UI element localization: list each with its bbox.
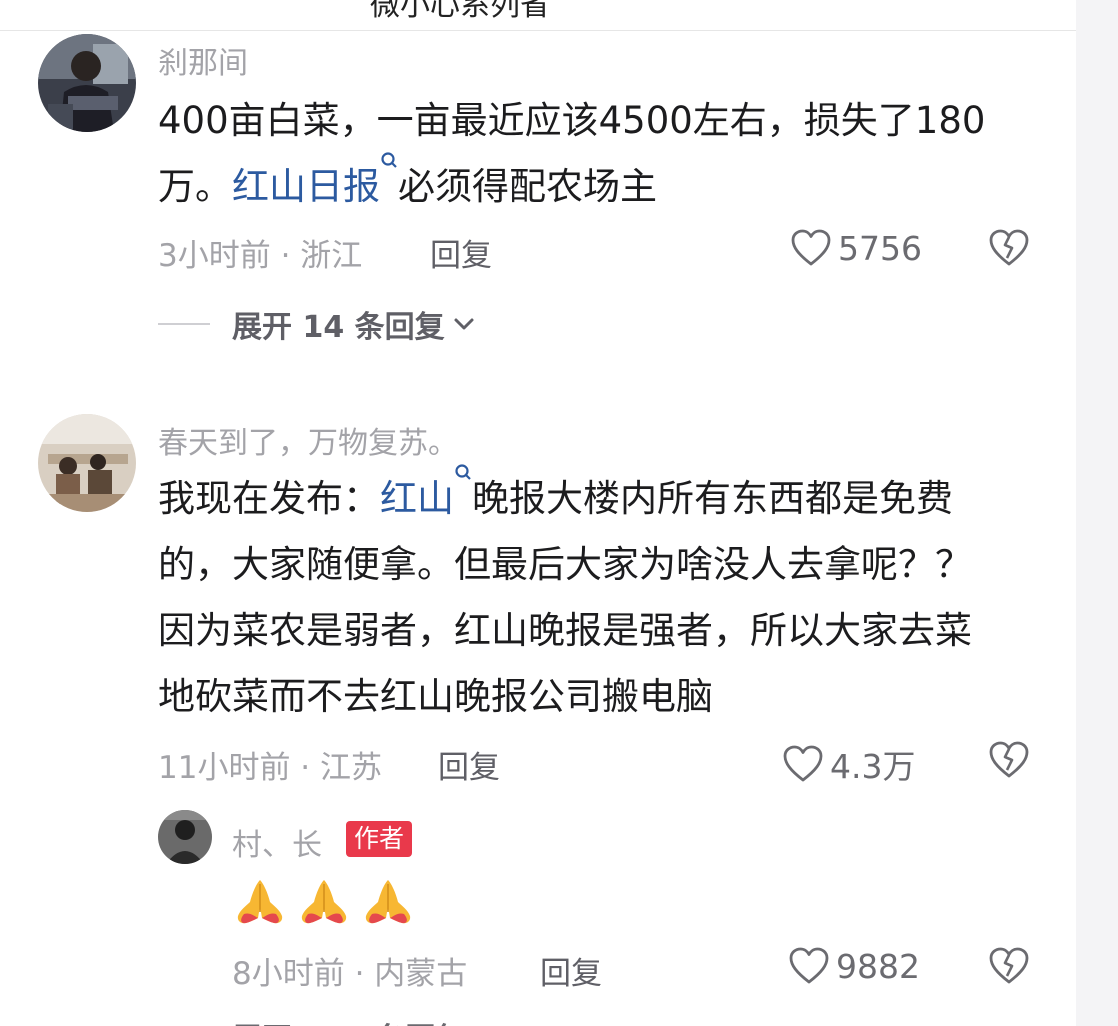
avatar-commenter-1[interactable] [38,34,136,132]
heart-icon [783,745,823,782]
comment-1-time-location: 3小时前 · 浙江 [158,238,363,274]
folded-hands-icon [365,880,411,924]
comment-2-line-3: 因为菜农是弱者，红山晚报是强者，所以大家去菜 [158,609,972,652]
comment-2-line-4: 地砍菜而不去红山晚报公司搬电脑 [158,675,713,718]
reply-username[interactable]: 村、长 [232,820,322,864]
scroll-gutter [1076,0,1118,1026]
search-icon[interactable] [380,150,398,178]
search-icon[interactable] [454,462,472,490]
reply-emoji-row [232,876,424,928]
expand-divider [158,323,210,325]
broken-heart-icon [989,741,1029,778]
comment-2-like-button[interactable]: 4.3万 [782,740,915,788]
reply-like-count: 9882 [836,946,920,986]
comment-2-line-2: 的，大家随便拿。但最后大家为啥没人去拿呢？？ [158,543,972,586]
comment-1-line-2-suffix: 必须得配农场主 [398,165,657,208]
comment-2-reply-button[interactable]: 回复 [438,742,500,787]
reply-time-location: 8小时前 · 内蒙古 [232,956,468,992]
avatar-author-reply[interactable] [158,810,212,864]
avatar-commenter-2[interactable] [38,414,136,512]
top-header-strip: 微小心系列省 [0,0,1076,31]
comment-2-line-1-prefix: 我现在发布： [158,477,380,520]
comment-1-like-count: 5756 [838,228,922,268]
author-badge: 作者 [346,821,413,857]
reply-like-button[interactable]: 9882 [788,946,920,986]
heart-icon [791,229,831,266]
comment-1-search-link[interactable]: 红山日报 [232,165,380,208]
reply-reply-button[interactable]: 回复 [540,948,602,993]
comment-2-time-location: 11小时前 · 江苏 [158,750,383,786]
folded-hands-icon [237,880,283,924]
comment-1-dislike-button[interactable] [988,228,1030,272]
comment-1-expand-label: 展开 14 条回复 [232,310,445,345]
comment-2-search-link[interactable]: 红山 [380,477,454,520]
comment-2-text: 我现在发布：红山 晚报大楼内所有东西都是免费 的，大家随便拿。但最后大家为啥没人去… [158,464,972,730]
commenter-1-username[interactable]: 刹那间 [158,38,248,82]
reply-dislike-button[interactable] [988,946,1030,990]
comment-2-dislike-button[interactable] [988,740,1030,784]
comment-list-page: 微小心系列省 刹那间 400亩白菜，一亩最近应该4500左右，损失了180 万。… [0,0,1118,1026]
broken-heart-icon [989,947,1029,984]
header-partial-title: 微小心系列省 [370,0,550,23]
comment-1-reply-button[interactable]: 回复 [430,230,492,275]
footer-partial-expand[interactable]: 展开 233 条回复 [232,1014,466,1026]
folded-hands-icon [301,880,347,924]
comment-1-like-button[interactable]: 5756 [790,228,922,268]
comment-2-line-1: 我现在发布：红山 晚报大楼内所有东西都是免费 [158,464,972,532]
comment-1-expand-replies[interactable]: 展开 14 条回复 [158,302,477,346]
heart-icon [789,947,829,984]
commenter-2-username[interactable]: 春天到了，万物复苏。 [158,418,458,462]
comment-1-line-1: 400亩白菜，一亩最近应该4500左右，损失了180 [158,99,986,142]
chevron-down-icon [454,318,474,330]
comment-1-line-2-prefix: 万。 [158,165,232,208]
broken-heart-icon [989,229,1029,266]
comment-2-like-count: 4.3万 [830,747,916,786]
comment-1-text: 400亩白菜，一亩最近应该4500左右，损失了180 万。红山日报 必须得配农场主 [158,88,985,220]
comment-1-line-2: 万。红山日报 必须得配农场主 [158,152,985,220]
comment-2-line-1-suffix: 晚报大楼内所有东西都是免费 [472,477,953,520]
